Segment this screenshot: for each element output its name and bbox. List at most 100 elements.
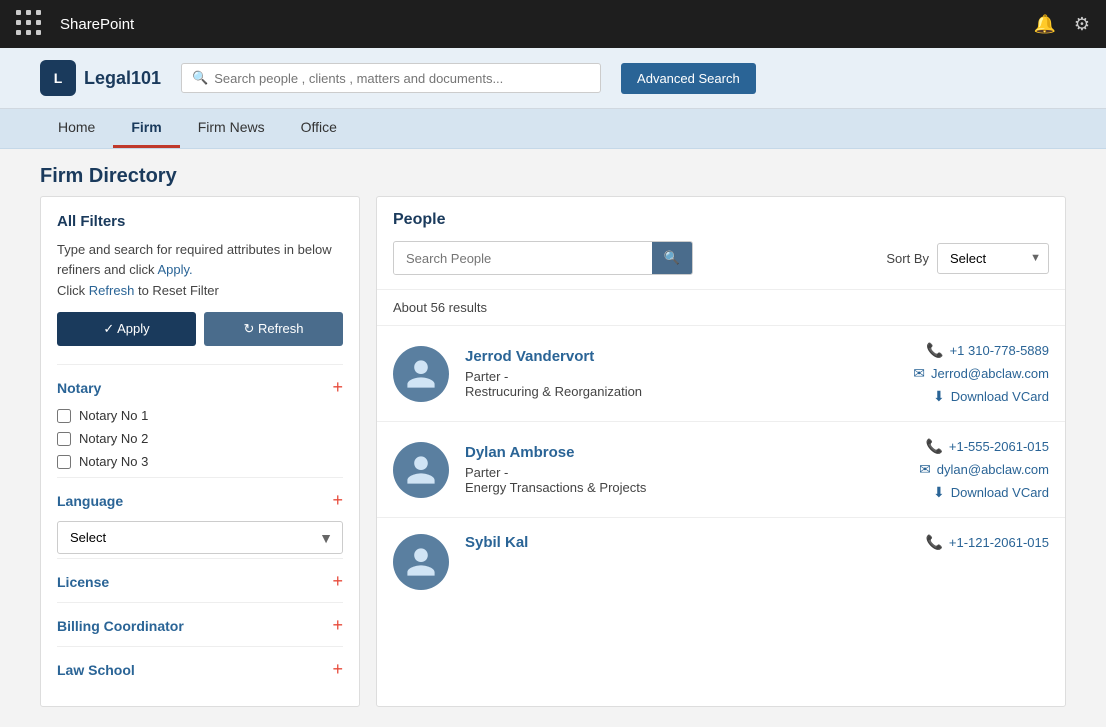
notary-checkbox-1[interactable] [57, 409, 71, 423]
refresh-button[interactable]: ↻ Refresh [204, 312, 343, 346]
people-search-row: 🔍 Sort By Select Name A-Z Name Z-A Depar… [393, 241, 1049, 275]
phone-icon: 📞 [925, 534, 942, 551]
person-info: Jerrod Vandervort Parter - Restrucuring … [465, 348, 833, 399]
person-contact: 📞 +1-555-2061-015 ✉ dylan@abclaw.com ⬇ D… [849, 438, 1049, 501]
email-link[interactable]: dylan@abclaw.com [937, 462, 1049, 477]
refresh-link[interactable]: Refresh [89, 283, 135, 298]
apply-link[interactable]: Apply. [157, 262, 192, 277]
filter-language-header[interactable]: Language + [57, 490, 343, 511]
notary-label-2[interactable]: Notary No 2 [79, 431, 148, 446]
filter-language: Language + Select English Spanish French… [57, 477, 343, 554]
filter-language-label: Language [57, 493, 123, 509]
phone-link[interactable]: +1-555-2061-015 [949, 439, 1049, 454]
header: L Legal101 🔍 Advanced Search [0, 48, 1106, 109]
vcard-link[interactable]: Download VCard [951, 485, 1049, 500]
person-role: Parter - [465, 465, 833, 480]
people-search-input[interactable] [394, 243, 652, 274]
main-layout: All Filters Type and search for required… [0, 196, 1106, 727]
avatar [393, 346, 449, 402]
filter-license-header[interactable]: License + [57, 571, 343, 592]
person-contact: 📞 +1-121-2061-015 [849, 534, 1049, 551]
language-expand-icon[interactable]: + [332, 490, 343, 511]
settings-icon[interactable]: ⚙ [1074, 14, 1090, 35]
notary-checkbox-3[interactable] [57, 455, 71, 469]
notary-option-2: Notary No 2 [57, 431, 343, 446]
notary-option-3: Notary No 3 [57, 454, 343, 469]
content-area: People 🔍 Sort By Select Name A-Z Name Z-… [376, 196, 1066, 707]
sort-select-wrap: Select Name A-Z Name Z-A Department ▼ [937, 243, 1049, 274]
global-search-input[interactable] [214, 71, 590, 86]
phone-icon: 📞 [925, 438, 942, 455]
person-avatar-icon [404, 357, 438, 391]
lawschool-expand-icon[interactable]: + [332, 659, 343, 680]
notary-checkbox-2[interactable] [57, 432, 71, 446]
apply-button[interactable]: ✓ Apply [57, 312, 196, 346]
brand-name: Legal101 [84, 68, 161, 89]
content-title: People [393, 211, 1049, 229]
person-name[interactable]: Jerrod Vandervort [465, 348, 833, 365]
notary-label-3[interactable]: Notary No 3 [79, 454, 148, 469]
person-info: Dylan Ambrose Parter - Energy Transactio… [465, 444, 833, 495]
people-search-input-wrap: 🔍 [393, 241, 693, 275]
billing-expand-icon[interactable]: + [332, 615, 343, 636]
phone-link[interactable]: +1-121-2061-015 [949, 535, 1049, 550]
license-expand-icon[interactable]: + [332, 571, 343, 592]
language-select[interactable]: Select English Spanish French [57, 521, 343, 554]
nav-item-firm-news[interactable]: Firm News [180, 109, 283, 148]
person-avatar-icon [404, 453, 438, 487]
page-title: Firm Directory [0, 149, 1106, 196]
avatar [393, 534, 449, 590]
filter-notary-header[interactable]: Notary + [57, 377, 343, 398]
apps-icon[interactable] [16, 10, 44, 38]
sidebar: All Filters Type and search for required… [40, 196, 360, 707]
notary-option-1: Notary No 1 [57, 408, 343, 423]
filter-license-label: License [57, 574, 109, 590]
logo-icon: L [40, 60, 76, 96]
contact-phone: 📞 +1-121-2061-015 [925, 534, 1049, 551]
phone-icon: 📞 [926, 342, 943, 359]
app-title: SharePoint [60, 16, 134, 33]
contact-vcard: ⬇ Download VCard [933, 388, 1049, 405]
person-card: Jerrod Vandervort Parter - Restrucuring … [377, 326, 1065, 422]
contact-phone: 📞 +1 310-778-5889 [926, 342, 1049, 359]
person-name[interactable]: Dylan Ambrose [465, 444, 833, 461]
person-avatar-icon [404, 545, 438, 579]
filter-billing-header[interactable]: Billing Coordinator + [57, 615, 343, 636]
vcard-link[interactable]: Download VCard [951, 389, 1049, 404]
nav-item-firm[interactable]: Firm [113, 109, 179, 148]
nav-item-home[interactable]: Home [40, 109, 113, 148]
sort-row: Sort By Select Name A-Z Name Z-A Departm… [886, 243, 1049, 274]
global-search-bar[interactable]: 🔍 [181, 63, 601, 93]
nav-item-office[interactable]: Office [283, 109, 355, 148]
filter-billing: Billing Coordinator + [57, 602, 343, 636]
notary-label-1[interactable]: Notary No 1 [79, 408, 148, 423]
language-select-wrap: Select English Spanish French ▼ [57, 521, 343, 554]
email-icon: ✉ [919, 461, 931, 478]
contact-email: ✉ Jerrod@abclaw.com [913, 365, 1049, 382]
sort-select[interactable]: Select Name A-Z Name Z-A Department [937, 243, 1049, 274]
brand-logo[interactable]: L Legal101 [40, 60, 161, 96]
action-buttons: ✓ Apply ↻ Refresh [57, 312, 343, 346]
notary-expand-icon[interactable]: + [332, 377, 343, 398]
sort-label: Sort By [886, 251, 929, 266]
advanced-search-button[interactable]: Advanced Search [621, 63, 756, 94]
sidebar-title: All Filters [57, 213, 343, 230]
phone-link[interactable]: +1 310-778-5889 [950, 343, 1049, 358]
notification-icon[interactable]: 🔔 [1033, 14, 1055, 35]
content-header: People 🔍 Sort By Select Name A-Z Name Z-… [377, 197, 1065, 290]
email-link[interactable]: Jerrod@abclaw.com [931, 366, 1049, 381]
main-nav: Home Firm Firm News Office [0, 109, 1106, 149]
download-icon: ⬇ [933, 388, 945, 405]
filter-lawschool-header[interactable]: Law School + [57, 659, 343, 680]
search-icon: 🔍 [192, 70, 208, 86]
contact-phone: 📞 +1-555-2061-015 [925, 438, 1049, 455]
person-name[interactable]: Sybil Kal [465, 534, 833, 551]
results-count: About 56 results [377, 290, 1065, 326]
download-icon: ⬇ [933, 484, 945, 501]
people-search-button[interactable]: 🔍 [652, 242, 692, 274]
person-info: Sybil Kal [465, 534, 833, 555]
person-dept: Restrucuring & Reorganization [465, 384, 833, 399]
person-dept: Energy Transactions & Projects [465, 480, 833, 495]
person-card-partial: Sybil Kal 📞 +1-121-2061-015 [377, 518, 1065, 606]
sidebar-desc: Type and search for required attributes … [57, 240, 343, 279]
